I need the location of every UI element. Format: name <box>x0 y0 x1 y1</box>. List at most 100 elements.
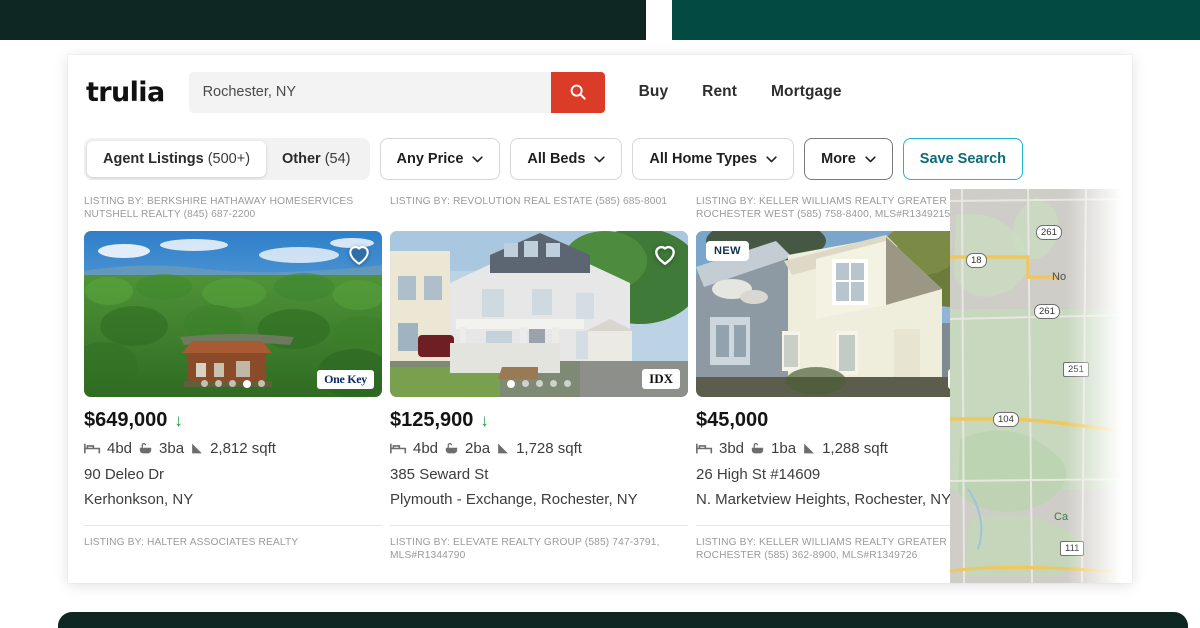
segment-other-count: (54) <box>324 151 351 167</box>
carousel-dot[interactable] <box>258 380 265 387</box>
price-drop-arrow-icon: ↓ <box>174 411 183 430</box>
route-shield: 18 <box>966 253 987 268</box>
filter-price[interactable]: Any Price <box>379 138 501 180</box>
listing-source-brandmark: One Key <box>317 369 374 389</box>
decorative-band-bottom <box>58 612 1188 628</box>
bath-icon <box>444 442 459 455</box>
nav-link-mortgage[interactable]: Mortgage <box>771 83 842 101</box>
filter-price-label: Any Price <box>396 151 464 167</box>
carousel-dot[interactable] <box>550 380 557 387</box>
segment-agent-listings-count: (500+) <box>207 151 251 167</box>
filter-home-types-label: All Home Types <box>649 151 758 167</box>
property-sqft: 1,728 sqft <box>516 440 582 457</box>
property-sqft: 1,288 sqft <box>822 440 888 457</box>
property-specs: 4bd 3ba 2,812 sqft <box>84 440 384 457</box>
property-address-line1: 90 Deleo Dr <box>84 466 165 483</box>
map-place-label: No <box>1052 271 1067 283</box>
search-button[interactable] <box>550 71 605 113</box>
listing-by-top-2: LISTING BY: REVOLUTION REAL ESTATE (585)… <box>390 196 668 207</box>
listing-by-bottom-2: LISTING BY: ELEVATE REALTY GROUP (585) 7… <box>390 537 660 561</box>
property-beds: 4bd <box>413 440 439 457</box>
area-icon <box>190 442 204 455</box>
property-card-list: One Key $649,000 ↓ 4bd 3ba 2,812 sqft 90… <box>84 231 1002 526</box>
filter-beds-label: All Beds <box>527 151 586 167</box>
primary-nav: Buy Rent Mortgage <box>639 83 842 101</box>
filter-more-label: More <box>821 151 856 167</box>
search-icon <box>570 84 586 100</box>
property-baths: 2ba <box>465 440 491 457</box>
filter-home-types[interactable]: All Home Types <box>632 138 795 180</box>
save-search-button[interactable]: Save Search <box>902 138 1024 180</box>
photo-carousel-dots[interactable] <box>201 380 265 388</box>
route-shield: 261 <box>1034 304 1060 319</box>
save-search-label: Save Search <box>919 151 1007 167</box>
chevron-down-icon <box>766 155 777 162</box>
bed-icon <box>390 442 407 455</box>
content-area: LISTING BY: BERKSHIRE HATHAWAY HOMESERVI… <box>68 189 1132 583</box>
new-listing-badge: NEW <box>706 241 749 261</box>
bed-icon <box>84 442 101 455</box>
filter-bar: Agent Listings (500+) Other (54) Any Pri… <box>68 129 1132 189</box>
property-photo[interactable]: IDX <box>390 231 688 397</box>
bed-icon <box>696 442 713 455</box>
property-beds: 3bd <box>719 440 745 457</box>
property-card[interactable]: IDX $125,900 ↓ 4bd 2ba 1,728 sqft 385 Se… <box>390 231 690 526</box>
bath-icon <box>138 442 153 455</box>
segment-other[interactable]: Other (54) <box>266 141 366 177</box>
property-photo[interactable]: One Key <box>84 231 382 397</box>
property-address-line2: Plymouth - Exchange, Rochester, NY <box>390 490 638 508</box>
carousel-dot[interactable] <box>229 380 236 387</box>
property-card[interactable]: One Key $649,000 ↓ 4bd 3ba 2,812 sqft 90… <box>84 231 384 526</box>
listing-by-top-1: LISTING BY: BERKSHIRE HATHAWAY HOMESERVI… <box>84 196 354 220</box>
filter-more[interactable]: More <box>804 138 893 180</box>
segment-agent-listings-label: Agent Listings <box>103 151 204 167</box>
listing-by-bottom-1: LISTING BY: HALTER ASSOCIATES REALTY <box>84 537 299 548</box>
listing-source-brandmark: IDX <box>642 368 680 389</box>
results-column: LISTING BY: BERKSHIRE HATHAWAY HOMESERVI… <box>68 189 1018 583</box>
search-input[interactable] <box>188 71 551 113</box>
property-address-line1: 385 Seward St <box>390 466 489 483</box>
chevron-down-icon <box>865 155 876 162</box>
favorite-heart-icon[interactable] <box>346 241 372 267</box>
property-sqft: 2,812 sqft <box>210 440 276 457</box>
screenshot-root: trulia Buy Rent Mortgage Age <box>0 0 1200 628</box>
listing-attribution-top-row: LISTING BY: BERKSHIRE HATHAWAY HOMESERVI… <box>84 189 1002 231</box>
map-edge-fade <box>1066 189 1132 583</box>
property-baths: 1ba <box>771 440 797 457</box>
trulia-search-panel: trulia Buy Rent Mortgage Age <box>68 55 1132 583</box>
bath-icon <box>750 442 765 455</box>
carousel-dot[interactable] <box>215 380 222 387</box>
carousel-dot[interactable] <box>564 380 571 387</box>
carousel-dot[interactable] <box>201 380 208 387</box>
carousel-dot-active[interactable] <box>507 380 515 388</box>
area-icon <box>496 442 510 455</box>
property-price: $45,000 <box>696 409 769 431</box>
carousel-dot-active[interactable] <box>243 380 251 388</box>
property-price-row: $649,000 ↓ <box>84 409 384 432</box>
nav-link-rent[interactable]: Rent <box>702 83 737 101</box>
property-price: $649,000 <box>84 409 168 431</box>
filter-beds[interactable]: All Beds <box>510 138 623 180</box>
site-header: trulia Buy Rent Mortgage <box>68 55 1132 129</box>
listing-attribution-bottom-row: LISTING BY: HALTER ASSOCIATES REALTY LIS… <box>84 526 1002 562</box>
property-price-row: $125,900 ↓ <box>390 409 690 432</box>
photo-carousel-dots[interactable] <box>507 380 571 388</box>
property-specs: 4bd 2ba 1,728 sqft <box>390 440 690 457</box>
decorative-band-top-left <box>0 0 646 40</box>
carousel-dot[interactable] <box>536 380 543 387</box>
carousel-dot[interactable] <box>522 380 529 387</box>
property-address-line2: Kerhonkson, NY <box>84 490 194 508</box>
segment-other-label: Other <box>282 151 321 167</box>
favorite-heart-icon[interactable] <box>652 241 678 267</box>
listing-type-toggle: Agent Listings (500+) Other (54) <box>84 138 370 180</box>
nav-link-buy[interactable]: Buy <box>639 83 669 101</box>
map-panel[interactable]: 261 18 261 251 104 111 No Ca <box>950 189 1132 583</box>
trulia-logo[interactable]: trulia <box>86 77 165 108</box>
property-baths: 3ba <box>159 440 185 457</box>
area-icon <box>802 442 816 455</box>
chevron-down-icon <box>472 155 484 162</box>
route-shield: 104 <box>993 412 1019 427</box>
route-shield: 261 <box>1036 225 1062 240</box>
segment-agent-listings[interactable]: Agent Listings (500+) <box>87 141 267 177</box>
property-beds: 4bd <box>107 440 133 457</box>
